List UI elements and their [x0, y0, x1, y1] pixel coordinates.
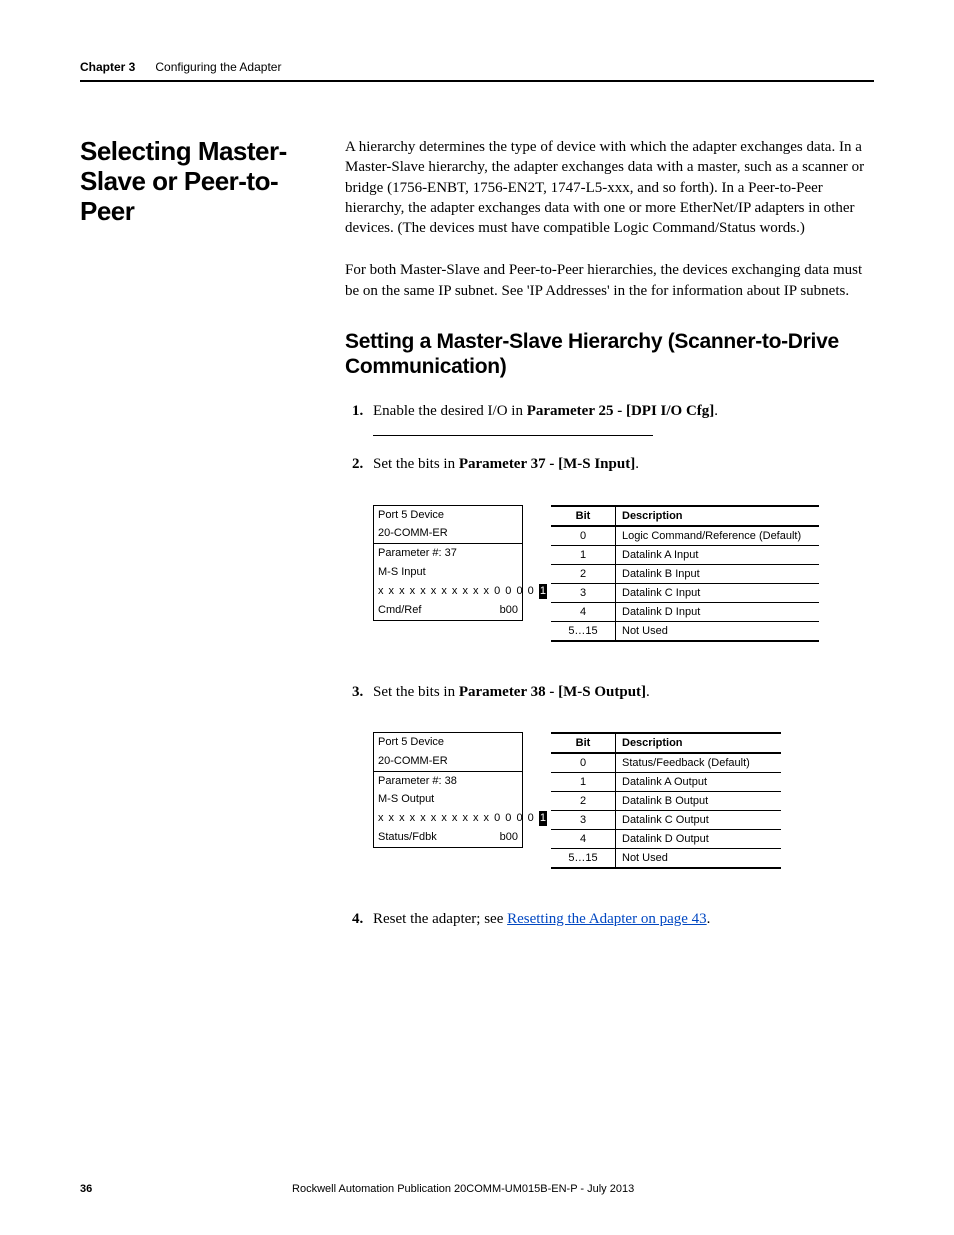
reset-adapter-link[interactable]: Resetting the Adapter on page 43: [507, 911, 707, 927]
lcd-last-right: b00: [500, 603, 518, 618]
lcd-bits-prefix: x x x x x x x x x x x 0 0 0 0: [378, 585, 535, 597]
table-row: 1Datalink A Input: [551, 545, 819, 564]
lcd-line: 20-COMM-ER: [374, 752, 522, 771]
lcd-last-left: Status/Fdbk: [378, 830, 437, 845]
step-1-text-a: Enable the desired I/O in: [373, 403, 527, 419]
step-3-text-a: Set the bits in: [373, 684, 459, 700]
step-3-text-c: .: [646, 684, 650, 700]
col-desc: Description: [616, 733, 782, 753]
step-2-param: Parameter 37 - [M-S Input]: [459, 456, 635, 472]
step-4-text-c: .: [707, 911, 711, 927]
intro-paragraph-1: A hierarchy determines the type of devic…: [345, 137, 874, 238]
lcd-last-right: b00: [500, 830, 518, 845]
lcd-last-left: Cmd/Ref: [378, 603, 421, 618]
table-row: 2Datalink B Output: [551, 791, 781, 810]
step-4: Reset the adapter; see Resetting the Ada…: [367, 909, 874, 929]
lcd-line: M-S Input: [374, 563, 522, 582]
step-1-text-c: .: [714, 403, 718, 419]
step-3: Set the bits in Parameter 38 - [M-S Outp…: [367, 682, 874, 702]
lcd-bits: x x x x x x x x x x x 0 0 0 0 1: [374, 582, 522, 601]
table-row: 3Datalink C Output: [551, 810, 781, 829]
table-row: 3Datalink C Input: [551, 583, 819, 602]
lcd-bits-selected: 1: [539, 811, 547, 826]
col-bit: Bit: [551, 506, 616, 526]
display-set-37: Port 5 Device 20-COMM-ER Parameter #: 37…: [373, 505, 874, 642]
page-footer: 36 Rockwell Automation Publication 20COM…: [80, 1183, 874, 1195]
table-row: 4Datalink D Output: [551, 829, 781, 848]
lcd-display-38: Port 5 Device 20-COMM-ER Parameter #: 38…: [373, 732, 523, 848]
table-row: 0Logic Command/Reference (Default): [551, 526, 819, 546]
publication-info: Rockwell Automation Publication 20COMM-U…: [52, 1183, 874, 1195]
lcd-line: 20-COMM-ER: [374, 524, 522, 543]
step-3-param: Parameter 38 - [M-S Output]: [459, 684, 646, 700]
table-row: 1Datalink A Output: [551, 772, 781, 791]
step-2-text-c: .: [635, 456, 639, 472]
intro-paragraph-2: For both Master-Slave and Peer-to-Peer h…: [345, 260, 874, 301]
table-row: 4Datalink D Input: [551, 602, 819, 621]
step-4-text-a: Reset the adapter; see: [373, 911, 507, 927]
lcd-line: Parameter #: 37: [374, 543, 522, 563]
step-1: Enable the desired I/O in Parameter 25 -…: [367, 401, 874, 421]
running-head: Chapter 3 Configuring the Adapter: [80, 60, 874, 82]
step-1-param: Parameter 25 - [DPI I/O Cfg]: [527, 403, 715, 419]
table-row: 0Status/Feedback (Default): [551, 753, 781, 773]
bit-table-38: Bit Description 0Status/Feedback (Defaul…: [551, 732, 781, 869]
lcd-line: Port 5 Device: [374, 506, 522, 525]
table-header-row: Bit Description: [551, 733, 781, 753]
subsection-heading: Setting a Master-Slave Hierarchy (Scanne…: [345, 329, 874, 379]
col-bit: Bit: [551, 733, 616, 753]
section-title: Selecting Master-Slave or Peer-to-Peer: [80, 137, 315, 227]
chapter-label: Chapter 3: [80, 60, 135, 74]
lcd-line: Parameter #: 38: [374, 771, 522, 791]
table-row: 5…15Not Used: [551, 621, 819, 641]
step-2: Set the bits in Parameter 37 - [M-S Inpu…: [367, 454, 874, 474]
lcd-bits-selected: 1: [539, 584, 547, 599]
display-set-38: Port 5 Device 20-COMM-ER Parameter #: 38…: [373, 732, 874, 869]
lcd-bits-prefix: x x x x x x x x x x x 0 0 0 0: [378, 812, 535, 824]
step-2-text-a: Set the bits in: [373, 456, 459, 472]
lcd-line: M-S Output: [374, 790, 522, 809]
bit-table-37: Bit Description 0Logic Command/Reference…: [551, 505, 819, 642]
chapter-title: Configuring the Adapter: [155, 60, 281, 74]
lcd-bits: x x x x x x x x x x x 0 0 0 0 1: [374, 809, 522, 828]
lcd-display-37: Port 5 Device 20-COMM-ER Parameter #: 37…: [373, 505, 523, 621]
table-row: 5…15Not Used: [551, 848, 781, 868]
lcd-line: Port 5 Device: [374, 733, 522, 752]
divider: [373, 435, 653, 436]
lcd-line: Cmd/Ref b00: [374, 601, 522, 620]
lcd-line: Status/Fdbk b00: [374, 828, 522, 847]
table-row: 2Datalink B Input: [551, 564, 819, 583]
col-desc: Description: [616, 506, 820, 526]
table-header-row: Bit Description: [551, 506, 819, 526]
